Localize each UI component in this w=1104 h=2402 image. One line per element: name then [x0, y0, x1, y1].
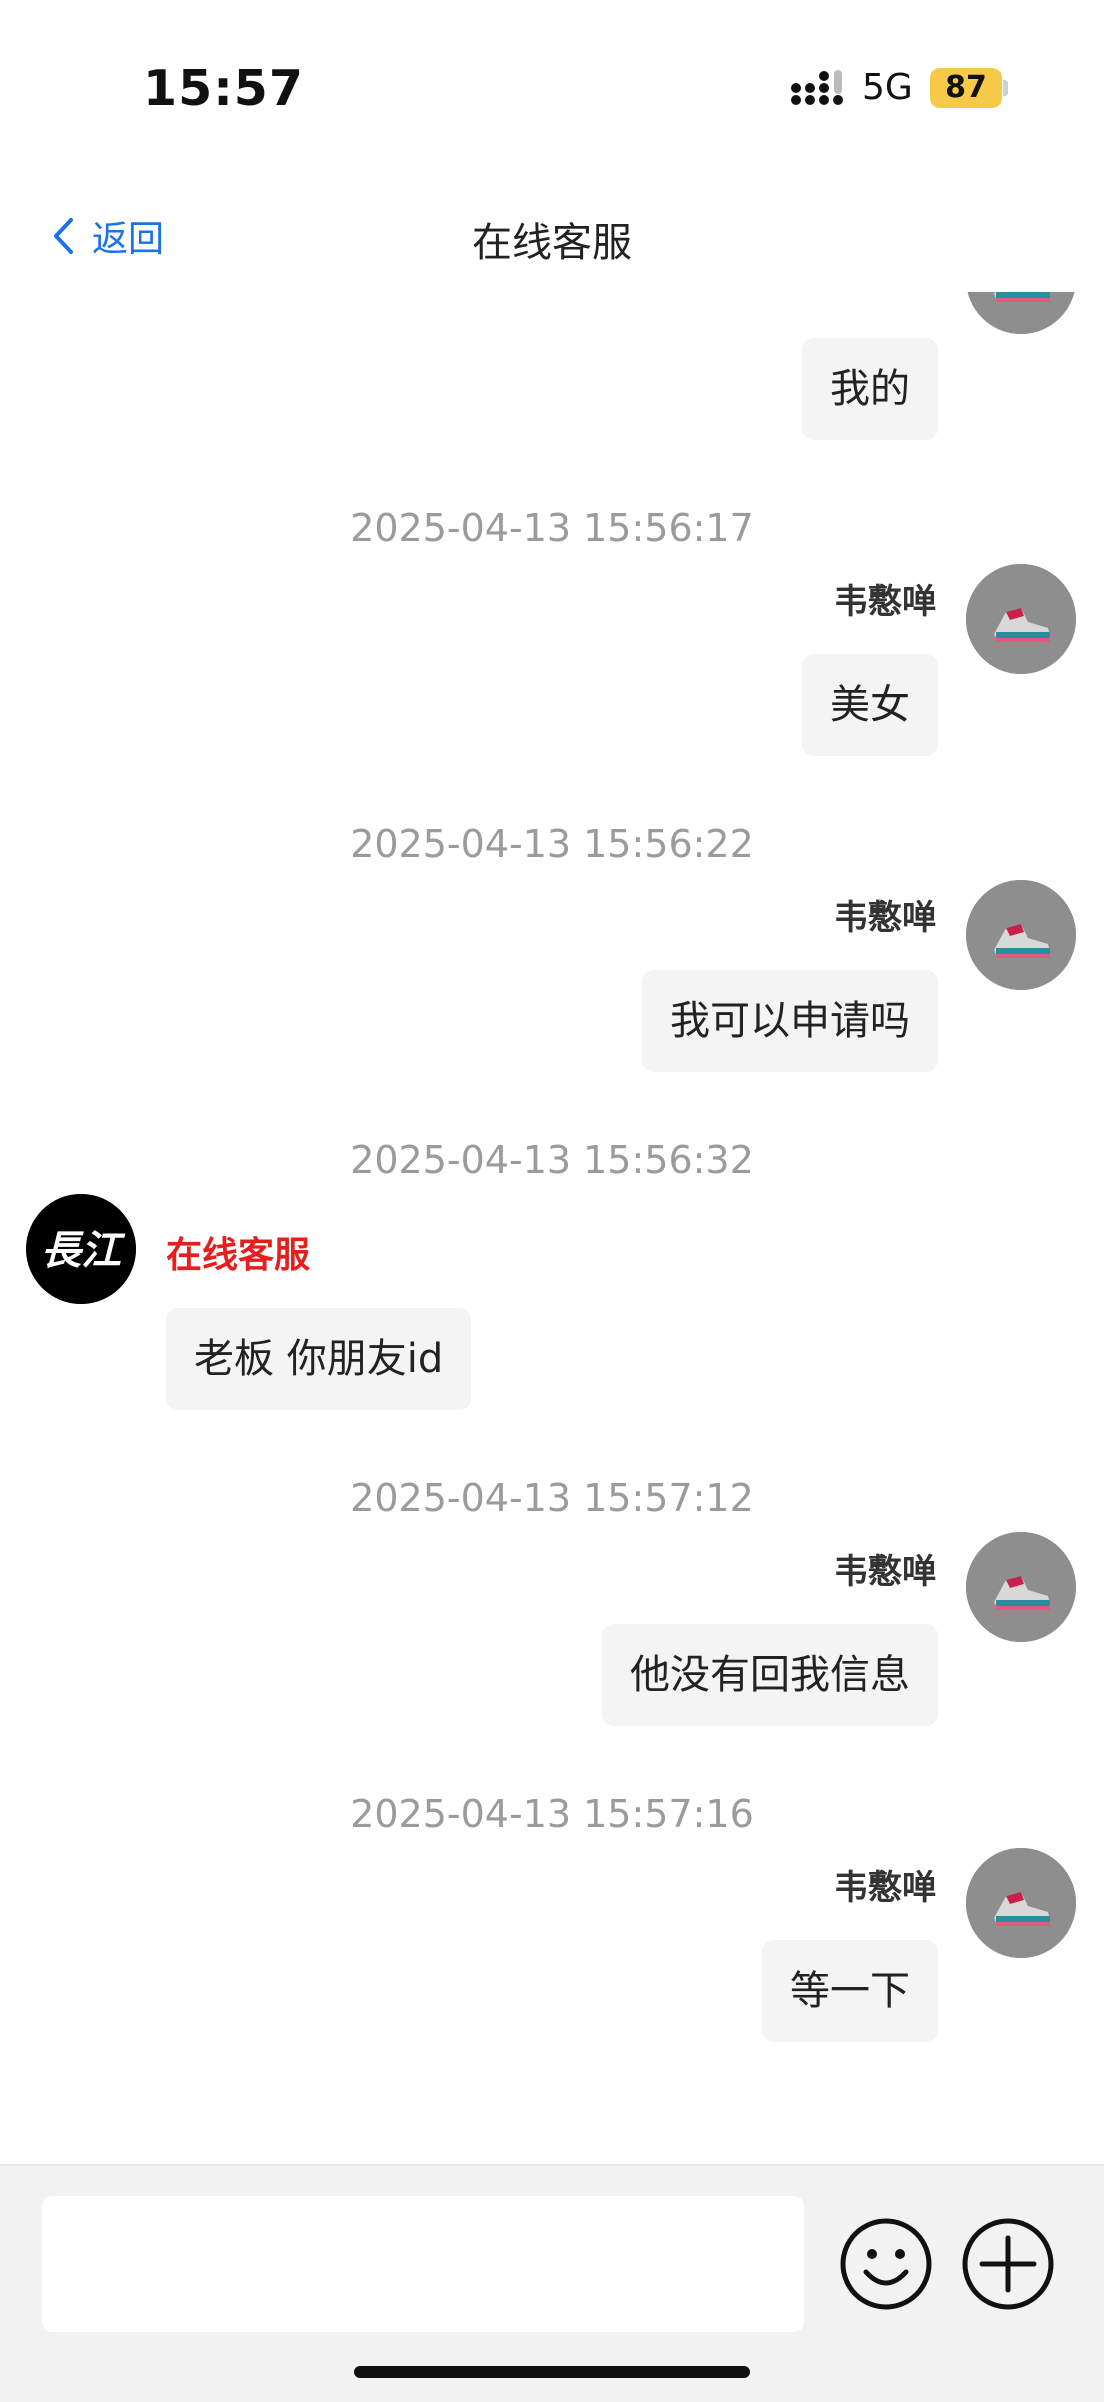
message-timestamp: 2025-04-13 15:57:12 [350, 1476, 754, 1520]
plus-circle-icon [962, 2218, 1054, 2310]
message-input[interactable] [42, 2196, 804, 2332]
shoe-icon [966, 292, 1076, 334]
avatar[interactable] [966, 1848, 1076, 1958]
message-timestamp: 2025-04-13 15:56:32 [350, 1138, 754, 1182]
sender-name: 韦懯啴 [834, 582, 936, 622]
message-bubble: 我可以申请吗 [642, 970, 938, 1072]
message-timestamp: 2025-04-13 15:56:17 [350, 506, 754, 550]
status-time: 15:57 [143, 60, 304, 117]
signal-icon [791, 70, 843, 105]
sender-name: 在线客服 [166, 1235, 311, 1276]
emoji-button[interactable] [838, 2216, 934, 2312]
nav-bar: 返回 在线客服 [0, 190, 1104, 280]
message-timestamp: 2025-04-13 15:57:16 [350, 1792, 754, 1836]
shoe-icon [966, 1532, 1076, 1642]
avatar[interactable] [966, 880, 1076, 990]
avatar[interactable] [966, 564, 1076, 674]
message-bubble: 等一下 [762, 1940, 938, 2042]
battery-cap [1003, 80, 1008, 96]
home-indicator [354, 2366, 750, 2378]
message-bubble: 老板 你朋友id [166, 1308, 472, 1410]
battery-indicator: 87 [930, 68, 1002, 108]
message-bubble: 他没有回我信息 [602, 1624, 938, 1726]
message-bubble: 我的 [802, 338, 938, 440]
shoe-icon [966, 880, 1076, 990]
sender-name: 韦懯啴 [834, 1552, 936, 1592]
emoji-icon [840, 2218, 932, 2310]
shoe-icon [966, 564, 1076, 674]
agent-avatar[interactable]: 長江 [26, 1194, 136, 1304]
add-button[interactable] [960, 2216, 1056, 2312]
page-title: 在线客服 [472, 220, 632, 266]
sender-name: 韦懯啴 [834, 1868, 936, 1908]
chat-area[interactable]: 我的 2025-04-13 15:56:17 韦懯啴 美女 2025-04-13… [0, 292, 1104, 2164]
avatar[interactable] [966, 1532, 1076, 1642]
shoe-icon [966, 1848, 1076, 1958]
brand-logo: 長江 [26, 1194, 136, 1304]
avatar[interactable] [966, 292, 1076, 334]
sender-name: 韦懯啴 [834, 898, 936, 938]
svg-text:長江: 長江 [41, 1227, 126, 1274]
message-timestamp: 2025-04-13 15:56:22 [350, 822, 754, 866]
status-bar: 15:57 5G 87 [0, 0, 1104, 150]
message-bubble: 美女 [802, 654, 938, 756]
network-label: 5G [862, 67, 913, 108]
